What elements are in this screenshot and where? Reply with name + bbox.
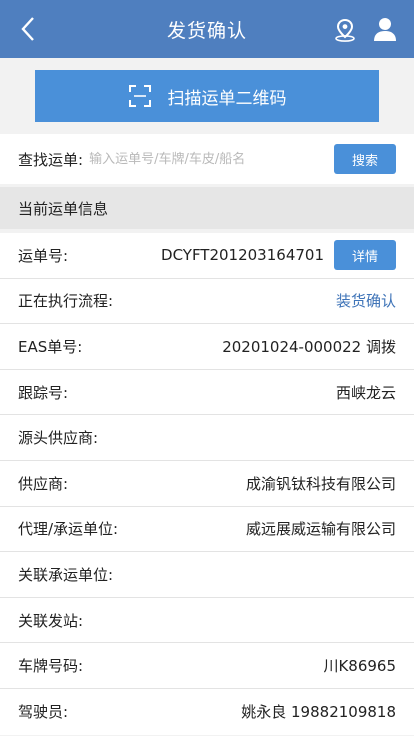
scan-qr-label: 扫描运单二维码 xyxy=(167,88,287,109)
plate-number: 川K86965 xyxy=(323,657,396,676)
current-process-link[interactable]: 装货确认 xyxy=(336,290,396,311)
waybill-info-list: 运单号: DCYFT201203164701 详情 正在执行流程: 装货确认 E… xyxy=(0,233,414,735)
supplier-name: 成渝钒钛科技有限公司 xyxy=(245,474,396,493)
info-label: 关联承运单位: xyxy=(18,565,114,584)
info-label: 车牌号码: xyxy=(18,657,84,676)
info-row-supplier: 供应商: 成渝钒钛科技有限公司 xyxy=(0,461,414,507)
scan-qr-button[interactable]: 扫描运单二维码 xyxy=(35,70,379,122)
chevron-left-icon xyxy=(21,17,34,41)
info-row-linked-carrier: 关联承运单位: xyxy=(0,552,414,598)
info-row-tracking-no: 跟踪号: 西峡龙云 xyxy=(0,370,414,416)
waybill-number: DCYFT201203164701 xyxy=(161,246,324,265)
waybill-search-input[interactable] xyxy=(89,144,316,174)
search-button[interactable]: 搜索 xyxy=(334,144,396,174)
search-bar: 查找运单: 搜索 xyxy=(0,134,414,184)
info-label: 关联发站: xyxy=(18,611,84,630)
carrier-name: 威远展威运输有限公司 xyxy=(245,520,396,539)
info-label: 驾驶员: xyxy=(18,703,69,722)
info-row-linked-station: 关联发站: xyxy=(0,598,414,644)
info-row-source-supplier: 源头供应商: xyxy=(0,415,414,461)
info-label: 代理/承运单位: xyxy=(18,520,119,539)
info-row-plate-no: 车牌号码: 川K86965 xyxy=(0,643,414,689)
user-icon xyxy=(374,18,396,41)
scan-frame-icon xyxy=(128,84,152,108)
back-button[interactable] xyxy=(14,14,44,44)
user-button[interactable] xyxy=(370,14,400,44)
page-title: 发货确认 xyxy=(166,19,247,42)
info-label: 源头供应商: xyxy=(18,429,99,448)
eas-number: 20201024-000022 调拨 xyxy=(222,337,396,356)
map-pin-icon xyxy=(335,18,355,42)
driver-info: 姚永良 19882109818 xyxy=(241,703,396,722)
tracking-number: 西峡龙云 xyxy=(335,383,396,402)
search-label: 查找运单: xyxy=(18,150,84,169)
info-label: 正在执行流程: xyxy=(18,292,114,311)
app-header: 发货确认 xyxy=(0,0,414,58)
info-row-driver: 驾驶员: 姚永良 19882109818 xyxy=(0,689,414,735)
details-button[interactable]: 详情 xyxy=(334,240,396,271)
location-button[interactable] xyxy=(330,15,360,45)
info-row-waybill-no: 运单号: DCYFT201203164701 详情 xyxy=(0,233,414,279)
info-label: EAS单号: xyxy=(18,337,83,356)
info-row-carrier: 代理/承运单位: 威远展威运输有限公司 xyxy=(0,507,414,553)
info-label: 跟踪号: xyxy=(18,383,69,402)
info-label: 供应商: xyxy=(18,474,69,493)
section-header: 当前运单信息 xyxy=(0,187,414,229)
info-row-eas-no: EAS单号: 20201024-000022 调拨 xyxy=(0,324,414,370)
info-label: 运单号: xyxy=(18,246,69,265)
info-row-current-process: 正在执行流程: 装货确认 xyxy=(0,279,414,325)
